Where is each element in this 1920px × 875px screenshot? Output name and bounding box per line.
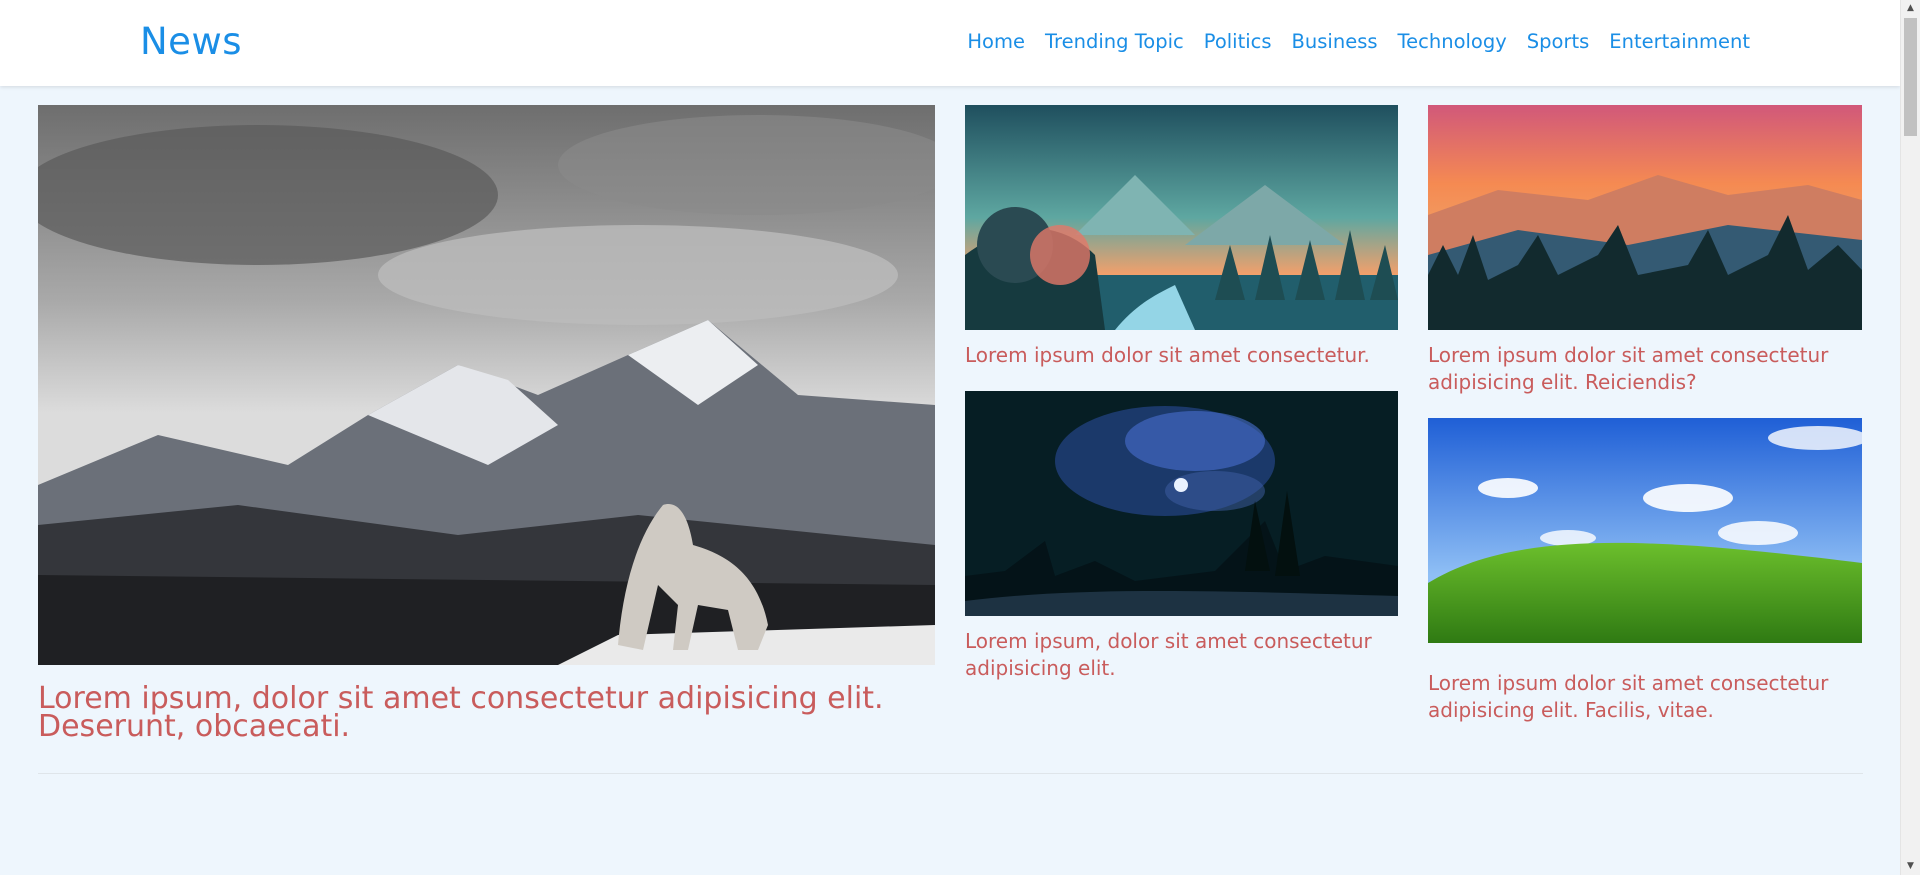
- nav-item-business: Business: [1292, 30, 1378, 53]
- nav-item-entertainment: Entertainment: [1609, 30, 1750, 53]
- article-right-top-title[interactable]: Lorem ipsum dolor sit amet consectetur a…: [1428, 342, 1862, 396]
- brand-logo[interactable]: News: [140, 20, 242, 63]
- page-scrollbar[interactable]: ▲ ▼: [1900, 0, 1920, 875]
- scroll-up-arrow-icon[interactable]: ▲: [1901, 0, 1920, 17]
- article-middle-top-title[interactable]: Lorem ipsum dolor sit amet consectetur.: [965, 342, 1398, 369]
- green-hill-image: [1428, 418, 1862, 643]
- featured-article-image[interactable]: [38, 105, 935, 665]
- forest-sunset-illustration: [965, 105, 1398, 330]
- wolf-mountain-image: [38, 105, 935, 665]
- article-right-top-image[interactable]: [1428, 105, 1862, 330]
- nav-link-technology[interactable]: Technology: [1398, 30, 1507, 53]
- nav-item-technology: Technology: [1398, 30, 1507, 53]
- scroll-thumb[interactable]: [1904, 18, 1917, 136]
- article-right-bottom-image[interactable]: [1428, 418, 1862, 643]
- article-right-bottom-title[interactable]: Lorem ipsum dolor sit amet consectetur a…: [1428, 670, 1862, 724]
- featured-article-title[interactable]: Lorem ipsum, dolor sit amet consectetur …: [38, 684, 935, 742]
- nav-link-politics[interactable]: Politics: [1204, 30, 1272, 53]
- night-sky-forest-image: [965, 391, 1398, 616]
- nav-link-business[interactable]: Business: [1292, 30, 1378, 53]
- section-divider: [38, 773, 1863, 774]
- mountain-sunset-image: [1428, 105, 1862, 330]
- article-middle-top-image[interactable]: [965, 105, 1398, 330]
- nav-item-home: Home: [967, 30, 1025, 53]
- navbar: News Home Trending Topic Politics Busine…: [0, 0, 1900, 86]
- nav-item-politics: Politics: [1204, 30, 1272, 53]
- article-middle-bottom-title[interactable]: Lorem ipsum, dolor sit amet consectetur …: [965, 628, 1398, 682]
- article-middle-bottom-image[interactable]: [965, 391, 1398, 616]
- scroll-down-arrow-icon[interactable]: ▼: [1901, 858, 1920, 875]
- nav-link-home[interactable]: Home: [967, 30, 1025, 53]
- nav-link-sports[interactable]: Sports: [1527, 30, 1590, 53]
- nav-menu: Home Trending Topic Politics Business Te…: [967, 30, 1750, 53]
- nav-item-sports: Sports: [1527, 30, 1590, 53]
- nav-link-trending-topic[interactable]: Trending Topic: [1045, 30, 1184, 53]
- nav-item-trending-topic: Trending Topic: [1045, 30, 1184, 53]
- nav-link-entertainment[interactable]: Entertainment: [1609, 30, 1750, 53]
